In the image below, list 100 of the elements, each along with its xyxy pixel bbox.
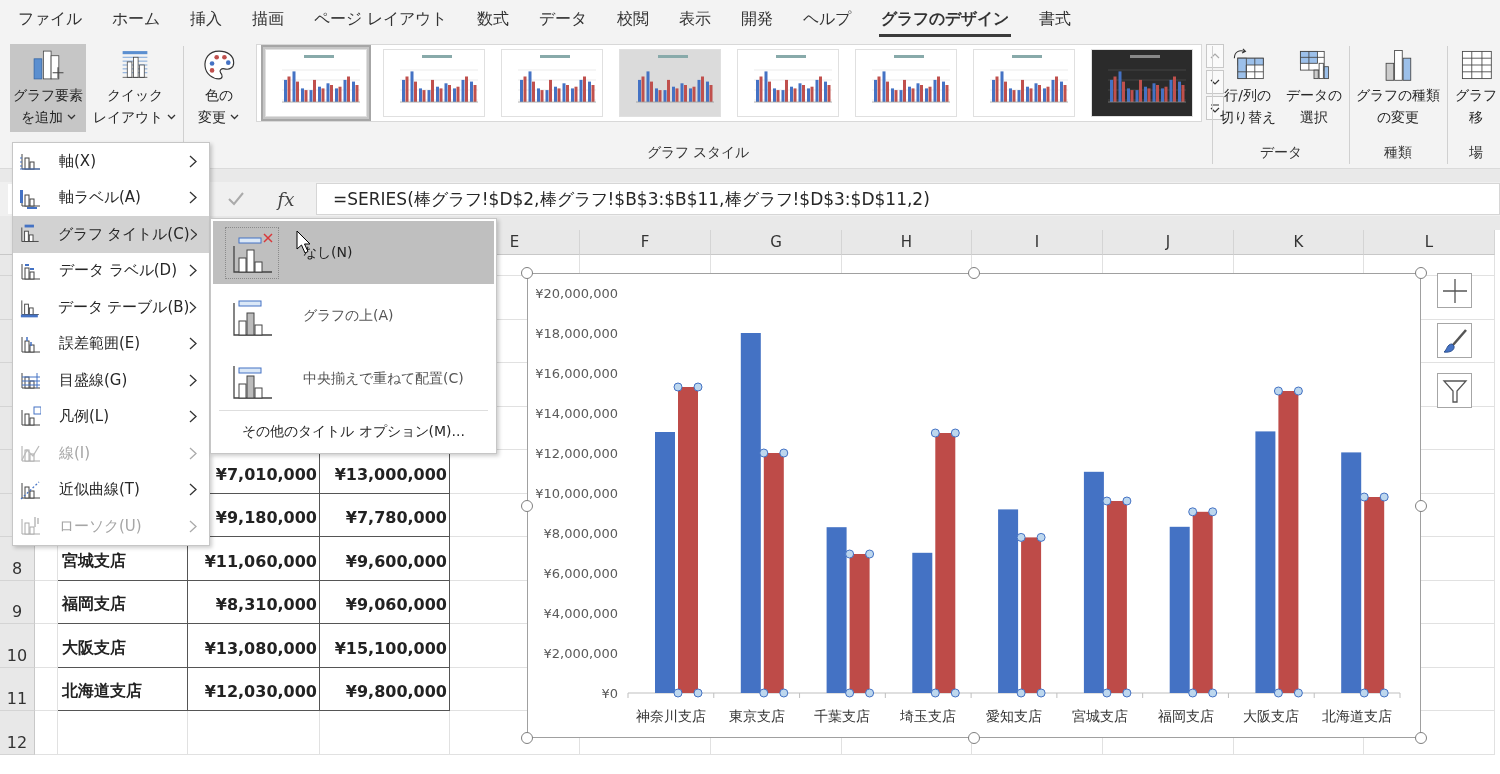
bar[interactable] <box>1083 471 1104 693</box>
selection-handle[interactable] <box>1122 496 1132 506</box>
ribbon-tab[interactable]: 数式 <box>475 3 512 37</box>
bar[interactable] <box>849 554 870 693</box>
chart-area[interactable]: ¥0 ¥2,000,000 ¥4,000,000 ¥6,000,000 ¥8,000,000 ¥10,000,000 ¥12,000,000 ¥14,000,000 ¥16,000,000 ¥18,000,000 ¥20,000,000 神奈川支店 東京支店 千葉支店 埼玉支店 愛知支店 宮城支店 福岡支店 大阪支店 北海道支店 <box>527 273 1421 738</box>
ribbon-tab[interactable]: 開発 <box>739 3 776 37</box>
bar[interactable] <box>1278 391 1299 693</box>
selection-handle[interactable] <box>1379 688 1389 698</box>
ribbon-tab[interactable]: ファイル <box>16 3 84 37</box>
selection-handle[interactable] <box>673 688 683 698</box>
ribbon-tab[interactable]: ヘルプ <box>801 3 854 37</box>
menu-item[interactable]: 軸(X) <box>13 143 209 180</box>
menu-item[interactable]: データ ラベル(D) <box>13 252 209 289</box>
menu-item[interactable]: 凡例(L) <box>13 398 209 435</box>
ribbon-button[interactable]: グラフの種類 の変更 <box>1353 44 1444 132</box>
resize-handle[interactable] <box>521 267 533 279</box>
bar[interactable] <box>998 509 1019 693</box>
selection-handle[interactable] <box>1122 688 1132 698</box>
insert-function-button[interactable]: fx <box>264 184 308 214</box>
selection-handle[interactable] <box>1102 496 1112 506</box>
row-header[interactable]: 10 <box>0 624 35 668</box>
chart-elements-button[interactable] <box>1437 273 1472 308</box>
selection-handle[interactable] <box>1379 492 1389 502</box>
ribbon-tab[interactable]: 書式 <box>1037 3 1074 37</box>
ribbon-tab[interactable]: 校閲 <box>615 3 652 37</box>
ribbon-button[interactable]: データの 選択 <box>1282 44 1345 132</box>
row-header[interactable]: 11 <box>0 667 35 711</box>
bar[interactable] <box>1341 452 1362 693</box>
selection-handle[interactable] <box>930 428 940 438</box>
bar[interactable] <box>763 453 784 693</box>
selection-handle[interactable] <box>845 688 855 698</box>
column-header[interactable]: K <box>1234 230 1364 255</box>
ribbon-tab[interactable]: データ <box>537 3 590 37</box>
selection-handle[interactable] <box>1188 507 1198 517</box>
ribbon-tab[interactable]: 挿入 <box>188 3 224 37</box>
bar[interactable] <box>935 433 956 693</box>
selection-handle[interactable] <box>865 549 875 559</box>
selection-handle[interactable] <box>693 382 703 392</box>
selection-handle[interactable] <box>779 448 789 458</box>
menu-item[interactable]: その他のタイトル オプション(M)... <box>213 411 494 451</box>
selection-handle[interactable] <box>1036 688 1046 698</box>
resize-handle[interactable] <box>521 732 533 744</box>
bar[interactable] <box>1021 537 1042 693</box>
selection-handle[interactable] <box>693 688 703 698</box>
bar[interactable] <box>912 552 933 693</box>
column-header[interactable]: J <box>1103 230 1234 255</box>
chart-styles-button[interactable] <box>1437 323 1472 358</box>
column-header[interactable]: L <box>1364 230 1495 255</box>
selection-handle[interactable] <box>1208 688 1218 698</box>
selection-handle[interactable] <box>759 688 769 698</box>
bar[interactable] <box>740 333 761 693</box>
selection-handle[interactable] <box>1293 386 1303 396</box>
menu-item[interactable]: データ テーブル(B) <box>13 289 209 326</box>
resize-handle[interactable] <box>1415 267 1427 279</box>
bar[interactable] <box>1169 526 1190 693</box>
selection-handle[interactable] <box>759 448 769 458</box>
selection-handle[interactable] <box>1102 688 1112 698</box>
selection-handle[interactable] <box>1016 688 1026 698</box>
ribbon-tab[interactable]: グラフのデザイン <box>879 3 1012 37</box>
selection-handle[interactable] <box>865 688 875 698</box>
menu-item[interactable]: 軸ラベル(A) <box>13 179 209 216</box>
chart-filters-button[interactable] <box>1437 373 1472 408</box>
menu-item[interactable]: 中央揃えで重ねて配置(C) <box>213 347 494 410</box>
ribbon-button[interactable]: 行/列の 切り替え <box>1216 44 1279 132</box>
menu-item[interactable]: グラフの上(A) <box>213 284 494 347</box>
selection-handle[interactable] <box>1036 532 1046 542</box>
selection-handle[interactable] <box>1273 386 1283 396</box>
ribbon-tab[interactable]: 描画 <box>250 3 286 37</box>
ribbon-tab[interactable]: 表示 <box>677 3 714 37</box>
column-header[interactable]: I <box>972 230 1103 255</box>
selection-handle[interactable] <box>1188 688 1198 698</box>
selection-handle[interactable] <box>673 382 683 392</box>
selection-handle[interactable] <box>1016 532 1026 542</box>
bar[interactable] <box>1255 431 1276 693</box>
ribbon-button[interactable]: グラフ 移 <box>1452 44 1500 132</box>
bar[interactable] <box>1364 497 1385 693</box>
menu-item[interactable]: 誤差範囲(E) <box>13 325 209 362</box>
column-header[interactable]: F <box>580 230 711 255</box>
quick-layout-button[interactable]: クイック レイアウト <box>90 44 179 132</box>
selection-handle[interactable] <box>1293 688 1303 698</box>
selection-handle[interactable] <box>779 688 789 698</box>
row-header[interactable]: 9 <box>0 580 35 624</box>
resize-handle[interactable] <box>1415 732 1427 744</box>
selection-handle[interactable] <box>950 688 960 698</box>
formula-field[interactable]: =SERIES(棒グラフ!$D$2,棒グラフ!$B$3:$B$11,棒グラフ!$D$3:$D$11,2) <box>316 183 1500 215</box>
selection-handle[interactable] <box>930 688 940 698</box>
bar[interactable] <box>1106 501 1127 693</box>
menu-item[interactable]: グラフ タイトル(C) <box>13 216 209 253</box>
selection-handle[interactable] <box>1208 507 1218 517</box>
selection-handle[interactable] <box>950 428 960 438</box>
add-chart-element-button[interactable]: グラフ要素 を追加 <box>10 44 86 132</box>
selection-handle[interactable] <box>1359 492 1369 502</box>
selection-handle[interactable] <box>845 549 855 559</box>
row-header[interactable]: 12 <box>0 711 35 755</box>
bar[interactable] <box>826 527 847 693</box>
menu-item[interactable]: 目盛線(G) <box>13 362 209 399</box>
change-colors-button[interactable]: 色の 変更 <box>187 44 250 132</box>
column-header[interactable]: G <box>711 230 842 255</box>
ribbon-tab[interactable]: ページ レイアウト <box>312 3 450 37</box>
column-header[interactable]: H <box>842 230 972 255</box>
